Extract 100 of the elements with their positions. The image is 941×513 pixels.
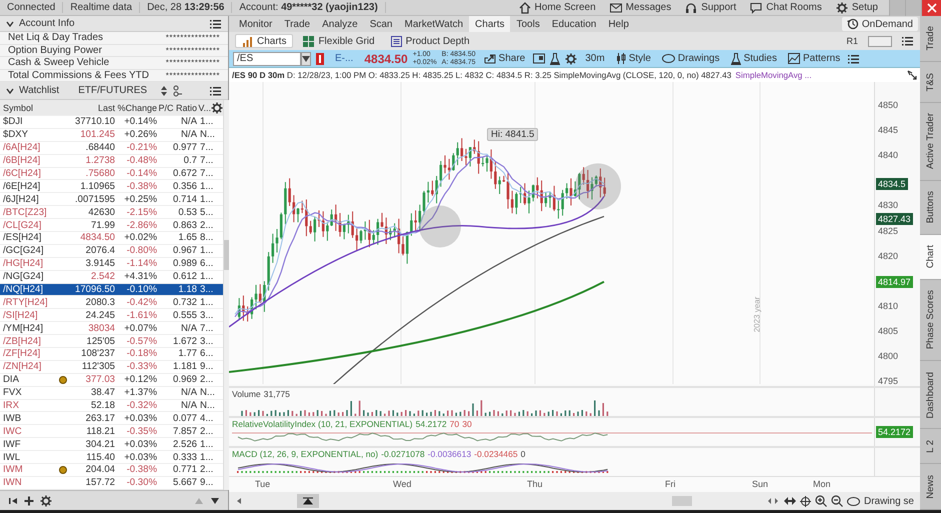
watchlist-row[interactable]: IWL 115.40 +0.03% 0.333 1... [0, 451, 223, 464]
nav-tab[interactable]: Analyze [316, 16, 364, 32]
watchlist-row[interactable]: /NG[G24] 2.542 +4.31% 0.612 1... [0, 270, 223, 284]
collapse-caret-icon[interactable] [6, 20, 14, 26]
nav-tab[interactable]: Monitor [233, 16, 278, 32]
zoom-out-icon[interactable] [830, 495, 843, 507]
scroll-handle[interactable] [297, 494, 319, 508]
column-header[interactable]: %Change [115, 102, 157, 112]
step-arrows-icon[interactable] [766, 497, 780, 505]
watchlist-row[interactable]: IWF 304.21 +0.03% 2.526 1... [0, 438, 223, 452]
expand-horizontal-icon[interactable] [784, 497, 796, 505]
watchlist-row[interactable]: IRX 52.18 -0.32% N/A N... [0, 400, 223, 412]
side-tab[interactable]: L 2 [920, 429, 941, 464]
top-link[interactable]: Setup [828, 0, 885, 16]
patterns-button[interactable]: Patterns [784, 50, 844, 66]
watchlist-row[interactable]: /6J[H24] .0071595 +0.25% 0.714 1... [0, 193, 223, 206]
watchlist-row[interactable]: /ZF[H24] 108'237 -0.18% 1.77 6... [0, 348, 223, 361]
watchlist-row[interactable]: $DXY 101.245 +0.26% N/A N... [0, 128, 223, 142]
nav-tab[interactable]: Tools [510, 16, 546, 32]
side-tab[interactable]: Chart [920, 234, 941, 280]
studies-button[interactable]: Studies [728, 50, 780, 66]
watchlist-row[interactable]: /CL[G24] 71.99 -2.86% 0.863 2... [0, 219, 223, 232]
dropdown-button[interactable] [301, 52, 311, 66]
sort-arrows-icon[interactable] [160, 84, 168, 96]
collapse-caret-icon[interactable] [6, 88, 14, 94]
nav-tab[interactable]: Help [602, 16, 635, 32]
nav-tab[interactable]: Education [546, 16, 602, 32]
watchlist-row[interactable]: FVX 38.47 +1.37% N/A N... [0, 386, 223, 400]
watchlist-row[interactable]: /RTY[H24] 2080.3 -0.42% 0.732 1... [0, 296, 223, 310]
side-tab[interactable]: Trade [920, 16, 941, 62]
side-tab[interactable]: Phase Scores [920, 280, 941, 362]
watchlist-row[interactable]: /HG[H24] 3.9145 -1.14% 0.989 6... [0, 258, 223, 271]
sub-tab[interactable]: Product Depth [384, 34, 476, 48]
top-link[interactable]: Chat Rooms [743, 0, 829, 16]
down-triangle-icon[interactable] [210, 496, 220, 504]
cursor-icon[interactable] [907, 70, 917, 80]
top-link[interactable]: Home Screen [512, 0, 603, 16]
menu-icon[interactable] [848, 54, 860, 64]
column-header[interactable]: P/C Ratio [157, 102, 197, 112]
watchlist-row[interactable]: /GC[G24] 2076.4 -0.80% 0.967 1... [0, 244, 223, 258]
watchlist-row[interactable]: /YM[H24] 38034 +0.07% N/A 7... [0, 322, 223, 336]
watchlist-row[interactable]: /ZB[H24] 125'05 -0.57% 1.672 3... [0, 335, 223, 348]
watchlist-row[interactable]: IWM 204.04 -0.38% 0.771 2... [0, 464, 223, 477]
axis-label: 4845 [878, 125, 898, 136]
skip-to-start-icon[interactable] [8, 496, 18, 506]
top-link[interactable]: Messages [602, 0, 678, 16]
left-arrow-icon[interactable] [235, 497, 243, 505]
link-icon[interactable] [173, 84, 184, 96]
crosshair-icon[interactable] [800, 496, 811, 506]
side-tab[interactable]: News [920, 464, 941, 510]
column-header[interactable]: Symbol [3, 102, 57, 112]
menu-icon[interactable] [210, 18, 222, 28]
watchlist-row[interactable]: /NQ[H24] 17096.50 -0.10% 1.18 3... [0, 284, 223, 296]
zoom-in-icon[interactable] [814, 495, 827, 507]
layout-field[interactable] [868, 36, 892, 46]
column-header[interactable]: Last [69, 102, 115, 112]
column-header[interactable]: V... [197, 102, 211, 112]
side-tab[interactable]: T&S [920, 62, 941, 103]
watchlist-row[interactable]: /6A[H24] .68440 -0.21% 0.977 7... [0, 142, 223, 155]
settings-icon[interactable] [565, 52, 578, 64]
watchlist-row[interactable]: /BTC[Z23] 42630 -2.15% 0.53 5... [0, 206, 223, 220]
ellipse-icon[interactable] [846, 496, 860, 506]
watchlist-row[interactable]: /SI[H24] 24.245 -1.61% 0.555 3... [0, 309, 223, 322]
calendar-icon[interactable] [533, 53, 546, 64]
watchlist-row[interactable]: IWB 263.17 +0.03% 0.077 4... [0, 412, 223, 426]
menu-icon[interactable] [902, 36, 914, 46]
volume-cell-text: 7... [199, 142, 214, 154]
column-settings-icon[interactable] [211, 102, 223, 114]
watchlist-row[interactable]: IWN 157.72 -0.30% 5.667 9... [0, 476, 223, 490]
watchlist-row[interactable]: /ES[H24] 4834.50 +0.02% 1.65 8... [0, 232, 223, 245]
nav-tab[interactable]: Trade [278, 16, 316, 32]
sub-tab[interactable]: Charts [235, 34, 294, 48]
watchlist-row[interactable]: /ZN[H24] 112'305 -0.33% 1.181 9... [0, 360, 223, 374]
watchlist-row[interactable]: IWC 118.21 -0.35% 7.857 2... [0, 425, 223, 438]
side-tab[interactable]: Active Trader [920, 102, 941, 181]
nav-tab[interactable]: Scan [364, 16, 398, 32]
change-cell-text: -0.35% [126, 426, 157, 437]
share-button[interactable]: Share [480, 50, 528, 66]
style-button[interactable]: Style [612, 50, 654, 66]
nav-tab[interactable]: Charts [469, 16, 510, 32]
nav-tab[interactable]: MarketWatch [398, 16, 470, 32]
symbol-field[interactable]: /ES [233, 52, 301, 66]
scrollbar-thumb[interactable] [672, 496, 692, 506]
settings-icon[interactable] [40, 494, 52, 506]
flask-icon[interactable] [550, 52, 560, 64]
watchlist-row[interactable]: /6C[H24] .75680 -0.14% 0.672 7... [0, 168, 223, 180]
drawings-button[interactable]: Drawings [658, 50, 723, 66]
watchlist-row[interactable]: $DJI 37710.10 +0.14% N/A 1... [0, 116, 223, 129]
plus-icon[interactable] [24, 496, 34, 506]
watchlist-selector[interactable]: ETF/FUTURES [74, 85, 156, 96]
interval-button[interactable]: 30m [582, 50, 608, 66]
menu-icon[interactable] [210, 86, 222, 96]
top-link[interactable]: Support [678, 0, 744, 16]
watchlist-row[interactable]: DIA 377.03 +0.12% 0.969 2... [0, 374, 223, 387]
watchlist-row[interactable]: /6E[H24] 1.10965 -0.38% 0.356 1... [0, 180, 223, 194]
side-tab[interactable]: Dashboard [920, 361, 941, 430]
ondemand-button[interactable]: OnDemand [842, 17, 918, 31]
sub-tab[interactable]: Flexible Grid [297, 34, 381, 48]
close-button[interactable] [921, 0, 941, 16]
watchlist-row[interactable]: /6B[H24] 1.2738 -0.48% 0.7 7... [0, 154, 223, 168]
